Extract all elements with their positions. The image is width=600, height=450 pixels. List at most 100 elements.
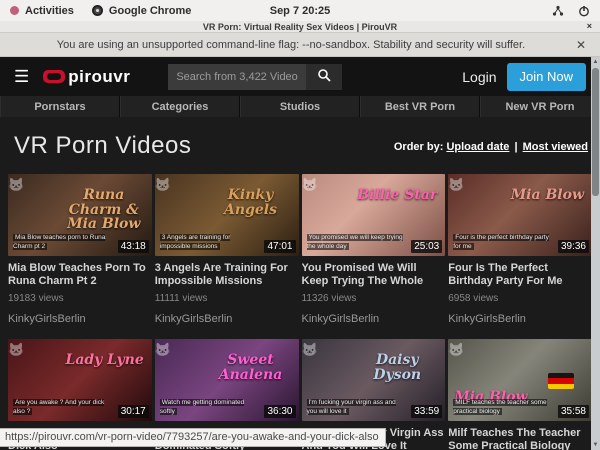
thumbnail-caption: Are you awake ? And your dick also ? [13, 398, 112, 418]
video-views: 19183 views [8, 293, 152, 304]
scrollbar-thumb[interactable] [592, 68, 599, 196]
activities-label: Activities [25, 5, 74, 17]
site-navbar: ☰ pirouvr Login Join Now [0, 57, 600, 96]
infobar-message: You are using an unsupported command-lin… [10, 39, 572, 51]
search-bar [168, 64, 342, 90]
status-url-tooltip: https://pirouvr.com/vr-porn-video/779325… [0, 428, 386, 447]
thumbnail-performer-text: Daisy Dyson [357, 353, 437, 382]
video-card: 🐱 Mia Blow Four is the perfect birthday … [448, 174, 592, 325]
network-tray-icon[interactable] [552, 5, 564, 17]
video-thumbnail[interactable]: 🐱 Runa Charm & Mia Blow Mia Blow teaches… [8, 174, 152, 256]
duration-badge: 39:36 [558, 240, 589, 253]
menu-item-pornstars[interactable]: Pornstars [0, 96, 120, 117]
search-icon [317, 68, 331, 85]
site-logo[interactable]: pirouvr [43, 67, 130, 87]
activities-button[interactable]: Activities [10, 5, 74, 17]
menu-item-new-vr-porn[interactable]: New VR Porn [480, 96, 600, 117]
studio-cat-logo-icon: 🐱 [155, 342, 171, 358]
video-card: 🐱 Mia Blow MILF teaches the teacher some… [448, 339, 592, 450]
video-title[interactable]: Four Is The Perfect Birthday Party For M… [448, 262, 592, 288]
video-card: 🐱 Runa Charm & Mia Blow Mia Blow teaches… [8, 174, 152, 325]
studio-cat-logo-icon: 🐱 [302, 342, 318, 358]
video-studio-link[interactable]: KinkyGirlsBerlin [155, 313, 299, 325]
video-title[interactable]: 3 Angels Are Training For Impossible Mis… [155, 262, 299, 288]
german-flag-icon [548, 373, 574, 389]
video-studio-link[interactable]: KinkyGirlsBerlin [8, 313, 152, 325]
focused-app-menu[interactable]: Google Chrome [92, 5, 192, 17]
browser-viewport: ☰ pirouvr Login Join Now Pornstars Categ… [0, 57, 600, 450]
video-card: 🐱 Billie Star You promised we will keep … [302, 174, 446, 325]
thumbnail-caption: You promised we will keep trying the who… [307, 233, 406, 253]
page-title: VR Porn Videos [14, 132, 191, 160]
order-separator: | [514, 141, 517, 153]
duration-badge: 47:01 [264, 240, 295, 253]
thumbnail-performer-text: Runa Charm & Mia Blow [64, 188, 144, 232]
duration-badge: 30:17 [118, 405, 149, 418]
thumbnail-caption: Watch me getting dominated softly [160, 398, 259, 418]
vr-goggles-icon [43, 70, 65, 83]
login-link[interactable]: Login [462, 69, 496, 85]
video-title[interactable]: Milf Teaches The Teacher Some Practical … [448, 427, 592, 450]
duration-badge: 33:59 [411, 405, 442, 418]
order-by-upload-date-link[interactable]: Upload date [446, 141, 509, 153]
scroll-down-icon[interactable]: ▼ [591, 440, 600, 450]
site-logo-text: pirouvr [68, 67, 130, 87]
studio-cat-logo-icon: 🐱 [155, 177, 171, 193]
join-now-button[interactable]: Join Now [507, 63, 586, 91]
order-by-most-viewed-link[interactable]: Most viewed [523, 141, 588, 153]
clock[interactable]: Sep 7 20:25 [270, 0, 331, 21]
video-studio-link[interactable]: KinkyGirlsBerlin [302, 313, 446, 325]
thumbnail-performer-text: Lady Lyne [65, 353, 143, 368]
chrome-infobar: You are using an unsupported command-lin… [0, 33, 600, 57]
video-thumbnail[interactable]: 🐱 Billie Star You promised we will keep … [302, 174, 446, 256]
menu-item-studios[interactable]: Studios [240, 96, 360, 117]
duration-badge: 35:58 [558, 405, 589, 418]
activities-indicator-icon [10, 6, 19, 15]
studio-cat-logo-icon: 🐱 [8, 177, 24, 193]
menu-item-best-vr-porn[interactable]: Best VR Porn [360, 96, 480, 117]
video-title[interactable]: Mia Blow Teaches Porn To Runa Charm Pt 2 [8, 262, 152, 288]
video-thumbnail[interactable]: 🐱 Lady Lyne Are you awake ? And your dic… [8, 339, 152, 421]
infobar-close-icon[interactable]: ✕ [572, 38, 590, 52]
window-title: VR Porn: Virtual Reality Sex Videos | Pi… [203, 22, 397, 32]
vertical-scrollbar[interactable]: ▲ ▼ [591, 57, 600, 450]
thumbnail-caption: I'm fucking your virgin ass and you will… [307, 398, 406, 418]
thumbnail-performer-text: Billie Star [357, 188, 437, 203]
video-thumbnail[interactable]: 🐱 Kinky Angels 3 Angels are training for… [155, 174, 299, 256]
video-card: 🐱 Kinky Angels 3 Angels are training for… [155, 174, 299, 325]
system-bar: Activities Google Chrome Sep 7 20:25 [0, 0, 600, 21]
video-views: 6958 views [448, 293, 592, 304]
video-views: 11326 views [302, 293, 446, 304]
main-menu: Pornstars Categories Studios Best VR Por… [0, 96, 600, 117]
thumbnail-caption: MILF teaches the teacher some practical … [453, 398, 552, 418]
window-close-icon[interactable]: × [587, 21, 592, 31]
studio-cat-logo-icon: 🐱 [448, 177, 464, 193]
studio-cat-logo-icon: 🐱 [8, 342, 24, 358]
duration-badge: 36:30 [264, 405, 295, 418]
search-input[interactable] [168, 64, 306, 90]
video-views: 11111 views [155, 293, 299, 304]
video-thumbnail[interactable]: 🐱 Mia Blow Four is the perfect birthday … [448, 174, 592, 256]
thumbnail-performer-text: Mia Blow [511, 188, 584, 203]
studio-cat-logo-icon: 🐱 [448, 342, 464, 358]
video-grid: 🐱 Runa Charm & Mia Blow Mia Blow teaches… [0, 174, 600, 450]
order-by-controls: Order by: Upload date | Most viewed [394, 141, 588, 153]
menu-item-categories[interactable]: Categories [120, 96, 240, 117]
video-thumbnail[interactable]: 🐱 Daisy Dyson I'm fucking your virgin as… [302, 339, 446, 421]
page-header: VR Porn Videos Order by: Upload date | M… [0, 117, 600, 174]
studio-cat-logo-icon: 🐱 [302, 177, 318, 193]
thumbnail-performer-text: Sweet Analena [211, 353, 291, 382]
thumbnail-caption: Mia Blow teaches porn to Runa Charm pt 2 [13, 233, 112, 253]
scroll-up-icon[interactable]: ▲ [591, 57, 600, 67]
duration-badge: 25:03 [411, 240, 442, 253]
thumbnail-caption: 3 Angels are training for impossible mis… [160, 233, 259, 253]
focused-app-label: Google Chrome [109, 5, 192, 17]
thumbnail-performer-text: Kinky Angels [211, 188, 291, 217]
search-button[interactable] [306, 64, 342, 90]
video-thumbnail[interactable]: 🐱 Mia Blow MILF teaches the teacher some… [448, 339, 592, 421]
hamburger-menu-icon[interactable]: ☰ [14, 68, 29, 85]
video-thumbnail[interactable]: 🐱 Sweet Analena Watch me getting dominat… [155, 339, 299, 421]
video-title[interactable]: You Promised We Will Keep Trying The Who… [302, 262, 446, 288]
power-icon[interactable] [578, 5, 590, 17]
video-studio-link[interactable]: KinkyGirlsBerlin [448, 313, 592, 325]
